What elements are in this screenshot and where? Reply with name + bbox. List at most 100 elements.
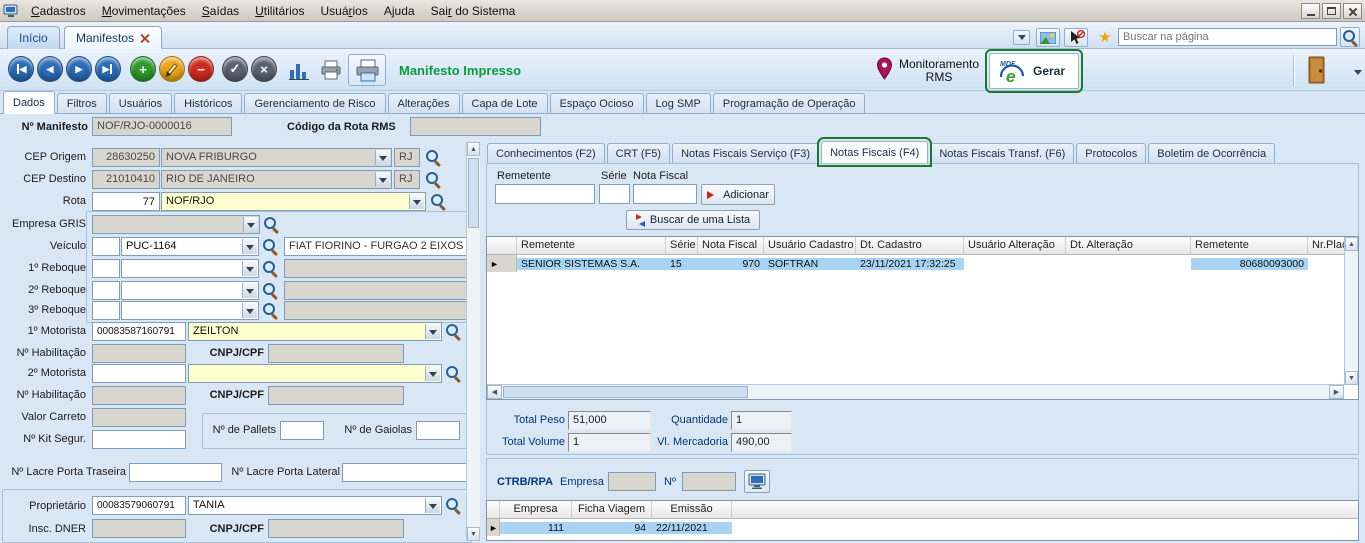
tab-boletim-ocorrencia[interactable]: Boletim de Ocorrência (1148, 143, 1275, 163)
empresa-gris-combo[interactable] (92, 215, 260, 234)
motorista1-lookup-icon[interactable] (445, 323, 462, 340)
reboque2-combo[interactable] (121, 281, 259, 300)
motorista1-doc-input[interactable] (92, 322, 186, 341)
delete-record-button[interactable]: − (188, 56, 214, 82)
tab-filtros[interactable]: Filtros (57, 93, 107, 113)
grid-column-header[interactable]: Dt. Alteração (1066, 237, 1191, 254)
empresa-gris-lookup-icon[interactable] (263, 216, 280, 233)
favorite-star-button[interactable]: ★ (1094, 28, 1116, 47)
find-button[interactable] (1340, 27, 1360, 47)
rota-code-input[interactable] (92, 192, 160, 211)
ctrb-view-button[interactable] (744, 470, 770, 493)
reboque3-code-input[interactable] (92, 301, 120, 320)
find-on-page-input[interactable] (1118, 28, 1337, 46)
tab-gerenciamento-de-risco[interactable]: Gerenciamento de Risco (244, 93, 385, 113)
tab-notas-fiscais-transf[interactable]: Notas Fiscais Transf. (F6) (930, 143, 1074, 163)
previous-record-button[interactable]: ◀ (37, 56, 63, 82)
cep-destino-city-combo[interactable]: RIO DE JANEIRO (161, 170, 392, 189)
scroll-up-button[interactable]: ▲ (467, 142, 480, 156)
grid-column-header[interactable]: Empresa (500, 501, 572, 518)
grid-column-header[interactable]: Nota Fiscal (698, 237, 764, 254)
close-button[interactable] (1343, 3, 1362, 19)
veiculo-combo[interactable]: PUC-1164 (121, 237, 259, 256)
no-click-tool-button[interactable] (1064, 28, 1088, 47)
remetente-input[interactable] (495, 184, 595, 204)
tab-inicio[interactable]: Início (7, 26, 60, 49)
add-record-button[interactable]: + (130, 56, 156, 82)
menu-item-sair-do-sistema[interactable]: Sair do Sistema (423, 1, 524, 21)
motorista2-combo[interactable] (188, 364, 442, 383)
grid-column-header[interactable]: Usuário Alteração (964, 237, 1066, 254)
menu-item-saidas[interactable]: Saídas (194, 1, 247, 21)
serie-input[interactable] (599, 184, 630, 204)
tab-notas-fiscais[interactable]: Notas Fiscais (F4) (821, 141, 928, 163)
veiculo-lookup-icon[interactable] (262, 238, 279, 255)
tab-historicos[interactable]: Históricos (174, 93, 242, 113)
scroll-down-button[interactable]: ▼ (1345, 371, 1358, 385)
grid-column-header[interactable]: Série (666, 237, 698, 254)
menu-item-usuarios[interactable]: Usuários (312, 1, 375, 21)
adicionar-button[interactable]: Adicionar (701, 184, 775, 205)
pallets-input[interactable] (280, 421, 324, 440)
image-tool-button[interactable] (1036, 28, 1060, 47)
veiculo-code-input[interactable] (92, 237, 120, 256)
lacre-lateral-input[interactable] (342, 463, 468, 482)
menu-item-cadastros[interactable]: Cadastros (23, 1, 94, 21)
tab-usuarios[interactable]: Usuários (109, 93, 172, 113)
tab-manifestos[interactable]: Manifestos (64, 26, 162, 49)
grid-column-header[interactable]: Usuário Cadastro (764, 237, 856, 254)
grid-column-header[interactable]: Remetente (1191, 237, 1308, 254)
grid-column-header[interactable]: Dt. Cadastro (856, 237, 964, 254)
monitoring-rms-button[interactable]: Monitoramento RMS (895, 58, 983, 84)
restore-button[interactable] (1322, 3, 1341, 19)
print-manifest-button[interactable] (348, 54, 386, 86)
grid-column-header[interactable]: Remetente (517, 237, 666, 254)
motorista1-combo[interactable]: ZEILTON (188, 322, 442, 341)
tab-capa-de-lote[interactable]: Capa de Lote (462, 93, 548, 113)
reboque2-code-input[interactable] (92, 281, 120, 300)
scroll-left-button[interactable]: ◀ (487, 385, 502, 399)
reboque3-combo[interactable] (121, 301, 259, 320)
cancel-button[interactable]: × (251, 56, 277, 82)
grid-row-selected[interactable]: ► 111 94 22/11/2021 (487, 519, 1358, 536)
statistics-button[interactable] (284, 54, 314, 86)
scroll-right-button[interactable]: ▶ (1329, 385, 1344, 399)
gaiolas-input[interactable] (416, 421, 460, 440)
tab-crt[interactable]: CRT (F5) (607, 143, 670, 163)
tab-conhecimentos[interactable]: Conhecimentos (F2) (487, 143, 605, 163)
menu-item-movimentacoes[interactable]: Movimentações (94, 1, 194, 21)
scrollbar-thumb[interactable] (468, 158, 479, 228)
first-record-button[interactable]: ◀ (8, 56, 34, 82)
reboque1-code-input[interactable] (92, 259, 120, 278)
confirm-button[interactable]: ✓ (222, 56, 248, 82)
scroll-up-button[interactable]: ▲ (1345, 237, 1358, 251)
print-button[interactable] (316, 54, 346, 86)
tab-log-smp[interactable]: Log SMP (646, 93, 711, 113)
tab-protocolos[interactable]: Protocolos (1076, 143, 1146, 163)
lacre-traseira-input[interactable] (129, 463, 222, 482)
toolbar-overflow-button[interactable] (1352, 66, 1363, 78)
tab-notas-fiscais-servico[interactable]: Notas Fiscais Serviço (F3) (672, 143, 819, 163)
mdfe-gerar-button[interactable]: MDFe Gerar (989, 53, 1079, 89)
rota-lookup-icon[interactable] (430, 193, 447, 210)
reboque1-lookup-icon[interactable] (262, 260, 279, 277)
buscar-lista-button[interactable]: Buscar de uma Lista (626, 210, 760, 230)
reboque3-lookup-icon[interactable] (262, 302, 279, 319)
tab-dados[interactable]: Dados (3, 91, 55, 114)
motorista2-doc-input[interactable] (92, 364, 186, 383)
grid-row-selected[interactable]: ► SENIOR SISTEMAS S.A. 15 970 SOFTRAN 23… (487, 255, 1344, 272)
grid-vertical-scrollbar[interactable]: ▲ ▼ (1344, 237, 1358, 385)
grid-horizontal-scrollbar[interactable]: ◀ ▶ (487, 384, 1344, 399)
grid-column-header[interactable]: Nr.Placa (1308, 237, 1346, 254)
proprietario-lookup-icon[interactable] (445, 497, 462, 514)
rota-combo[interactable]: NOF/RJO (161, 192, 426, 211)
proprietario-doc-input[interactable] (92, 496, 186, 515)
menu-item-utilitarios[interactable]: Utilitários (247, 1, 312, 21)
proprietario-combo[interactable]: TANIA (188, 496, 442, 515)
reboque1-combo[interactable] (121, 259, 259, 278)
cep-destino-lookup-icon[interactable] (425, 171, 442, 188)
cep-origem-city-combo[interactable]: NOVA FRIBURGO (161, 148, 392, 167)
nota-fiscal-input[interactable] (633, 184, 697, 204)
tab-espaco-ocioso[interactable]: Espaço Ocioso (550, 93, 644, 113)
tab-alteracoes[interactable]: Alterações (388, 93, 460, 113)
